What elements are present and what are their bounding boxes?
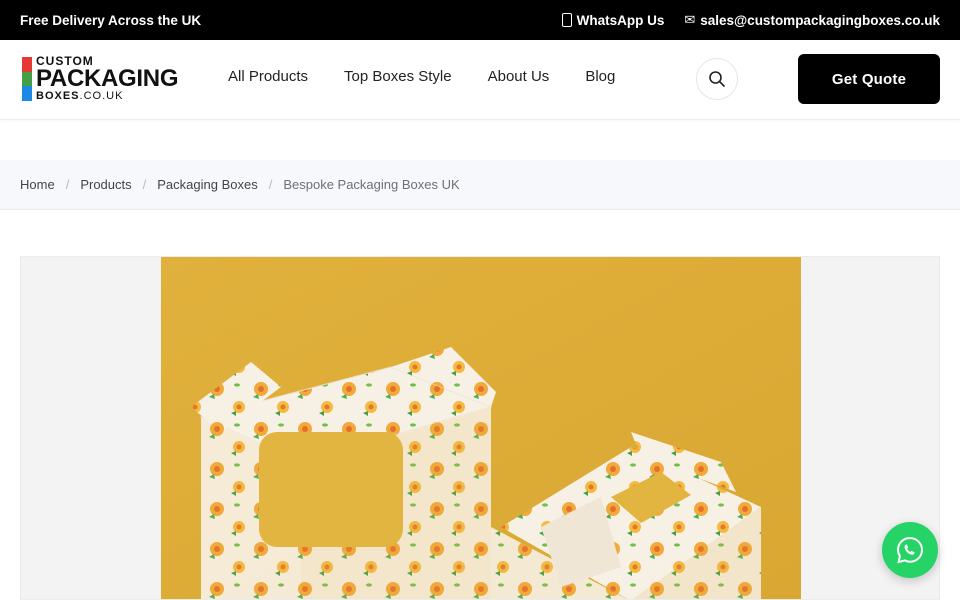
nav-item-about-us[interactable]: About Us xyxy=(488,68,550,85)
product-gallery xyxy=(20,256,940,600)
site-header: CUSTOM PACKAGING BOXES.CO.UK All Product… xyxy=(0,40,960,120)
nav-item-all-products[interactable]: All Products xyxy=(228,68,308,85)
logo-bar-red xyxy=(22,57,32,72)
box-left xyxy=(191,347,496,599)
breadcrumb-home[interactable]: Home xyxy=(20,177,55,192)
nav-item-top-boxes-style[interactable]: Top Boxes Style xyxy=(344,68,452,85)
topbar-contacts: WhatsApp Us ✉ sales@custompackagingboxes… xyxy=(561,12,940,28)
phone-icon xyxy=(561,13,572,27)
logo-bar-blue xyxy=(22,86,32,102)
breadcrumb: Home / Products / Packaging Boxes / Besp… xyxy=(0,160,960,210)
email-label: sales@custompackagingboxes.co.uk xyxy=(700,12,940,28)
whatsapp-chat-button[interactable] xyxy=(882,522,938,578)
search-icon xyxy=(709,71,725,87)
logo-line3-light: .CO.UK xyxy=(79,90,124,102)
breadcrumb-products[interactable]: Products xyxy=(80,177,131,192)
breadcrumb-separator: / xyxy=(268,177,273,192)
site-logo[interactable]: CUSTOM PACKAGING BOXES.CO.UK xyxy=(22,55,179,103)
whatsapp-link[interactable]: WhatsApp Us xyxy=(561,12,665,28)
logo-text: CUSTOM PACKAGING BOXES.CO.UK xyxy=(36,55,179,103)
mail-icon: ✉ xyxy=(684,12,696,27)
delivery-text: Free Delivery Across the UK xyxy=(20,12,202,28)
whatsapp-label: WhatsApp Us xyxy=(576,12,665,28)
breadcrumb-current: Bespoke Packaging Boxes UK xyxy=(283,177,460,192)
logo-color-bars xyxy=(22,57,32,102)
main-nav: All Products Top Boxes Style About Us Bl… xyxy=(228,68,615,85)
breadcrumb-separator: / xyxy=(65,177,70,192)
search-button[interactable] xyxy=(696,58,738,100)
product-photo xyxy=(161,257,801,599)
logo-line2: PACKAGING xyxy=(36,65,179,92)
whatsapp-icon xyxy=(896,536,924,564)
email-link[interactable]: ✉ sales@custompackagingboxes.co.uk xyxy=(684,12,940,28)
top-announcement-bar: Free Delivery Across the UK WhatsApp Us … xyxy=(0,0,960,40)
nav-item-blog[interactable]: Blog xyxy=(585,68,615,85)
breadcrumb-packaging-boxes[interactable]: Packaging Boxes xyxy=(157,177,257,192)
get-quote-button[interactable]: Get Quote xyxy=(798,54,940,104)
breadcrumb-separator: / xyxy=(142,177,147,192)
logo-line3-bold: BOXES xyxy=(36,90,80,102)
product-image[interactable] xyxy=(161,257,801,599)
logo-bar-green xyxy=(22,71,32,87)
